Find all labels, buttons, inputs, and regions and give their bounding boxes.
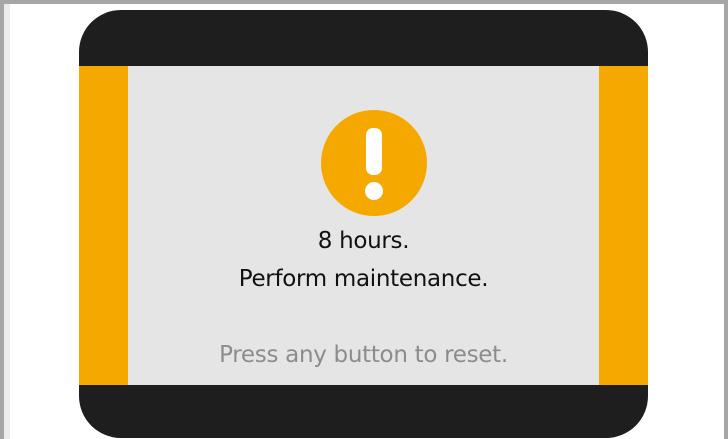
accent-bar-right — [599, 66, 648, 385]
alert-message-line-2: Perform maintenance. — [238, 266, 489, 292]
reset-hint-text: Press any button to reset. — [219, 342, 508, 368]
maintenance-alert-screen[interactable]: 8 hours. Perform maintenance. Press any … — [79, 66, 648, 385]
window-gutter — [4, 4, 10, 439]
device-bezel: 8 hours. Perform maintenance. Press any … — [79, 10, 648, 438]
alert-message-line-1: 8 hours. — [317, 228, 410, 254]
accent-bar-left — [79, 66, 128, 385]
warning-exclamation-icon — [321, 110, 427, 216]
